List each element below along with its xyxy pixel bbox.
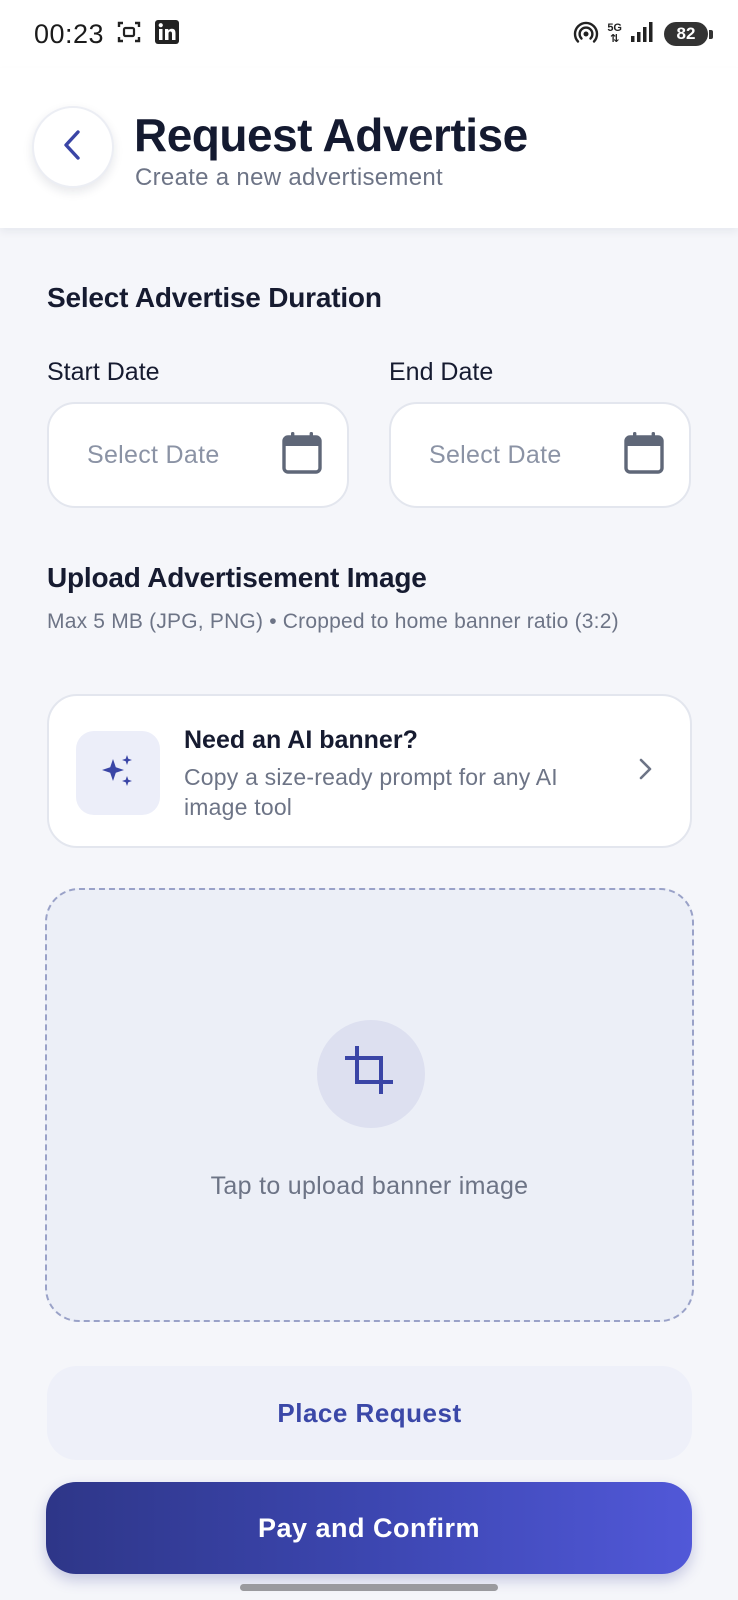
page-subtitle: Create a new advertisement [135,164,443,191]
start-date-label: Start Date [47,358,160,386]
signal-icon [630,21,656,48]
crop-icon-circle [317,1020,425,1128]
home-indicator[interactable] [240,1584,498,1591]
status-left: 00:23 [34,19,180,50]
start-date-placeholder: Select Date [87,440,220,469]
place-request-button[interactable]: Place Request [47,1366,692,1460]
calendar-icon [281,431,323,480]
ai-icon-box [76,731,160,815]
network-type: 5G ⇅ [607,22,622,45]
pay-and-confirm-button[interactable]: Pay and Confirm [46,1482,692,1574]
duration-section-title: Select Advertise Duration [47,282,382,313]
back-button[interactable] [32,106,114,188]
page-header: Request Advertise Create a new advertise… [0,68,738,228]
ai-card-description: Copy a size-ready prompt for any AI imag… [184,764,558,820]
screen-capture-icon [116,19,142,50]
calendar-icon [623,431,665,480]
status-time: 00:23 [34,18,105,49]
dropzone-label: Tap to upload banner image [210,1172,529,1200]
status-bar: 00:23 5G ⇅ 82 [0,0,738,68]
ai-banner-card[interactable]: Need an AI banner? Copy a size-ready pro… [47,694,692,848]
status-right: 5G ⇅ 82 [573,19,713,50]
upload-hint: Max 5 MB (JPG, PNG) • Cropped to home ba… [47,610,619,633]
battery-indicator: 82 [664,22,713,46]
chevron-right-icon [636,756,654,787]
end-date-field[interactable]: Select Date [389,402,691,508]
end-date-label: End Date [389,358,494,386]
hotspot-icon [573,19,599,50]
end-date-placeholder: Select Date [429,440,562,469]
start-date-field[interactable]: Select Date [47,402,349,508]
crop-icon [343,1044,399,1105]
upload-section-title: Upload Advertisement Image [47,562,427,593]
sparkles-icon [98,751,138,796]
linkedin-icon [154,19,180,50]
chevron-left-icon [58,128,88,167]
ai-card-title: Need an AI banner? [184,726,418,754]
page-title: Request Advertise [134,109,528,161]
banner-upload-dropzone[interactable]: Tap to upload banner image [45,888,694,1322]
